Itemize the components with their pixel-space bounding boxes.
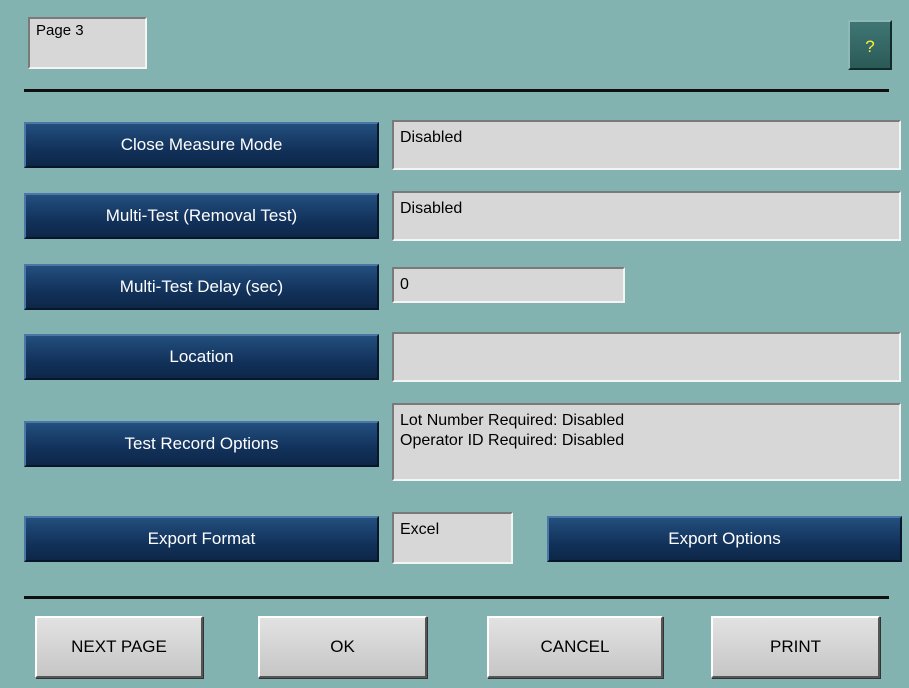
- close-measure-mode-button-label: Close Measure Mode: [120, 135, 283, 154]
- multi-test-delay-value: 0: [392, 267, 625, 303]
- export-format-value-text: Excel: [400, 521, 440, 538]
- test-record-options-button-label: Test Record Options: [124, 434, 279, 453]
- multi-test-value-text: Disabled: [400, 200, 463, 217]
- page-indicator-label: Page 3: [36, 22, 84, 39]
- cancel-button[interactable]: CANCEL: [487, 616, 663, 678]
- help-icon: ?: [865, 37, 875, 56]
- multi-test-delay-value-text: 0: [400, 276, 409, 293]
- multi-test-delay-button-label: Multi-Test Delay (sec): [119, 277, 284, 296]
- location-value: [392, 332, 901, 382]
- test-record-options-value: Lot Number Required: Disabled Operator I…: [392, 403, 901, 481]
- print-button-label: PRINT: [770, 637, 821, 656]
- close-measure-mode-value-text: Disabled: [400, 129, 463, 146]
- bottom-divider: [24, 596, 889, 599]
- close-measure-mode-value: Disabled: [392, 120, 901, 170]
- ok-button-label: OK: [330, 637, 355, 656]
- lot-number-required-text: Lot Number Required: Disabled: [400, 412, 625, 429]
- help-button[interactable]: ?: [848, 20, 892, 70]
- operator-id-required-text: Operator ID Required: Disabled: [400, 432, 625, 449]
- ok-button[interactable]: OK: [258, 616, 427, 678]
- close-measure-mode-button[interactable]: Close Measure Mode: [24, 122, 379, 168]
- test-record-options-button[interactable]: Test Record Options: [24, 421, 379, 467]
- top-divider: [24, 89, 889, 92]
- next-page-button[interactable]: NEXT PAGE: [35, 616, 203, 678]
- cancel-button-label: CANCEL: [540, 637, 610, 656]
- print-button[interactable]: PRINT: [711, 616, 880, 678]
- multi-test-delay-button[interactable]: Multi-Test Delay (sec): [24, 264, 379, 310]
- export-format-value: Excel: [392, 512, 513, 564]
- page-indicator: Page 3: [28, 17, 147, 69]
- multi-test-value: Disabled: [392, 191, 901, 241]
- export-format-button-label: Export Format: [147, 529, 256, 548]
- multi-test-button-label: Multi-Test (Removal Test): [105, 206, 298, 225]
- export-options-button-label: Export Options: [668, 529, 781, 548]
- next-page-button-label: NEXT PAGE: [71, 637, 167, 656]
- location-button-label: Location: [169, 347, 234, 366]
- location-button[interactable]: Location: [24, 334, 379, 380]
- export-options-button[interactable]: Export Options: [547, 516, 902, 562]
- export-format-button[interactable]: Export Format: [24, 516, 379, 562]
- multi-test-button[interactable]: Multi-Test (Removal Test): [24, 193, 379, 239]
